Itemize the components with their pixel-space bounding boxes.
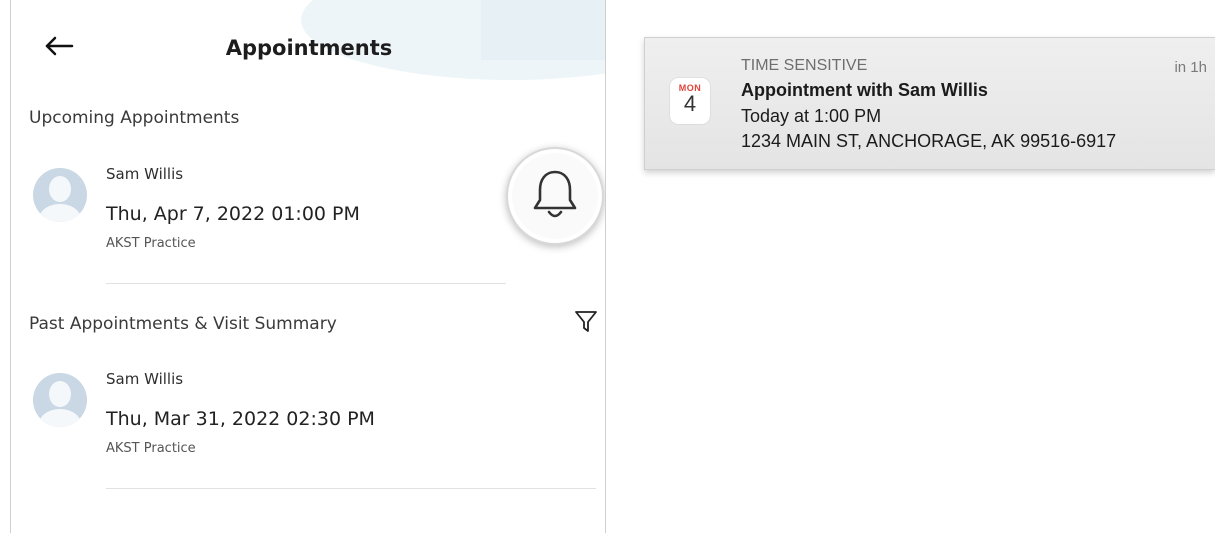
- appointment-notification-banner[interactable]: MON 4 TIME SENSITIVE in 1h Appointment w…: [644, 37, 1215, 170]
- appointment-practice: AKST Practice: [106, 236, 196, 251]
- appointment-practice: AKST Practice: [106, 441, 196, 456]
- avatar: [33, 168, 87, 222]
- notification-category: TIME SENSITIVE: [741, 57, 868, 74]
- divider: [106, 283, 506, 284]
- page-title: Appointments: [225, 36, 393, 60]
- notification-time-detail: Today at 1:00 PM: [741, 106, 882, 126]
- notification-bell-button[interactable]: [506, 147, 604, 245]
- bell-icon: [532, 168, 578, 224]
- notification-title: Appointment with Sam Willis: [741, 80, 988, 100]
- past-section-label: Past Appointments & Visit Summary: [29, 314, 337, 334]
- divider: [106, 488, 596, 489]
- upcoming-section-label: Upcoming Appointments: [29, 108, 240, 128]
- appointment-datetime: Thu, Mar 31, 2022 02:30 PM: [106, 408, 375, 430]
- calendar-icon: MON 4: [670, 78, 710, 124]
- appointment-provider-name: Sam Willis: [106, 165, 184, 183]
- avatar: [33, 373, 87, 427]
- filter-button[interactable]: [571, 308, 601, 338]
- filter-icon: [574, 309, 598, 337]
- appointment-provider-name: Sam Willis: [106, 370, 184, 388]
- notification-time: in 1h: [1174, 59, 1207, 76]
- appointment-datetime: Thu, Apr 7, 2022 01:00 PM: [106, 203, 360, 225]
- notification-address: 1234 MAIN ST, ANCHORAGE, AK 99516-6917: [741, 131, 1117, 151]
- appointments-screen: Appointments Upcoming Appointments Sam W…: [10, 0, 606, 533]
- calendar-date-number: 4: [683, 91, 697, 116]
